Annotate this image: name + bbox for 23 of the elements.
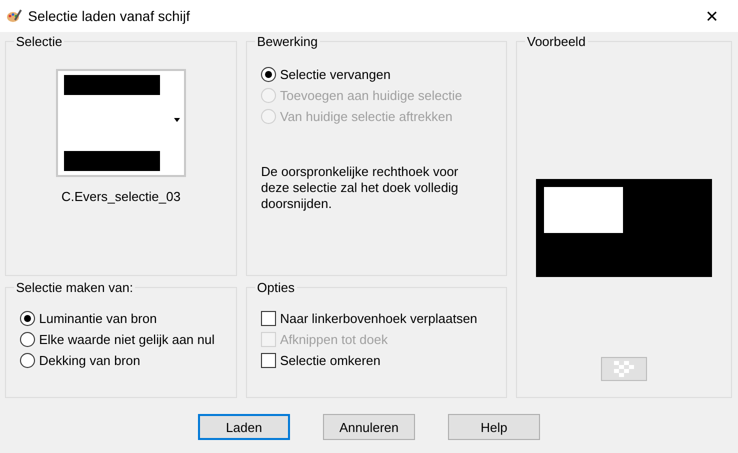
background-swatch-button[interactable] bbox=[601, 357, 647, 381]
checkbox-option[interactable]: Naar linkerbovenhoek verplaatsen bbox=[261, 311, 496, 326]
file-name: C.Evers_selectie_03 bbox=[61, 189, 181, 204]
group-title: Selectie maken van: bbox=[15, 280, 134, 295]
checkbox-option[interactable]: Selectie omkeren bbox=[261, 353, 496, 368]
note-text: De oorspronkelijke rechthoek voor deze selectie zal het doek volledig doorsnijden. bbox=[261, 164, 460, 212]
caret-icon bbox=[174, 118, 180, 122]
radio-option[interactable]: Dekking van bron bbox=[20, 353, 226, 368]
group-title: Selectie bbox=[15, 34, 64, 49]
group-title: Opties bbox=[256, 280, 296, 295]
radio-option[interactable]: Selectie vervangen bbox=[261, 67, 496, 82]
radio-option[interactable]: Elke waarde niet gelijk aan nul bbox=[20, 332, 226, 347]
dialog-button[interactable]: Annuleren bbox=[323, 414, 415, 440]
group-title: Bewerking bbox=[256, 34, 319, 49]
dialog-button[interactable]: Help bbox=[448, 414, 540, 440]
window-title: Selectie laden vanaf schijf bbox=[28, 8, 191, 24]
close-button[interactable]: ✕ bbox=[692, 1, 732, 31]
selection-thumbnail-dropdown[interactable] bbox=[56, 69, 186, 177]
group-title: Voorbeeld bbox=[526, 34, 587, 49]
radio-option[interactable]: Luminantie van bron bbox=[20, 311, 226, 326]
palette-icon bbox=[6, 8, 22, 24]
dialog-button[interactable]: Laden bbox=[198, 414, 290, 440]
checkerboard-icon bbox=[614, 361, 634, 377]
